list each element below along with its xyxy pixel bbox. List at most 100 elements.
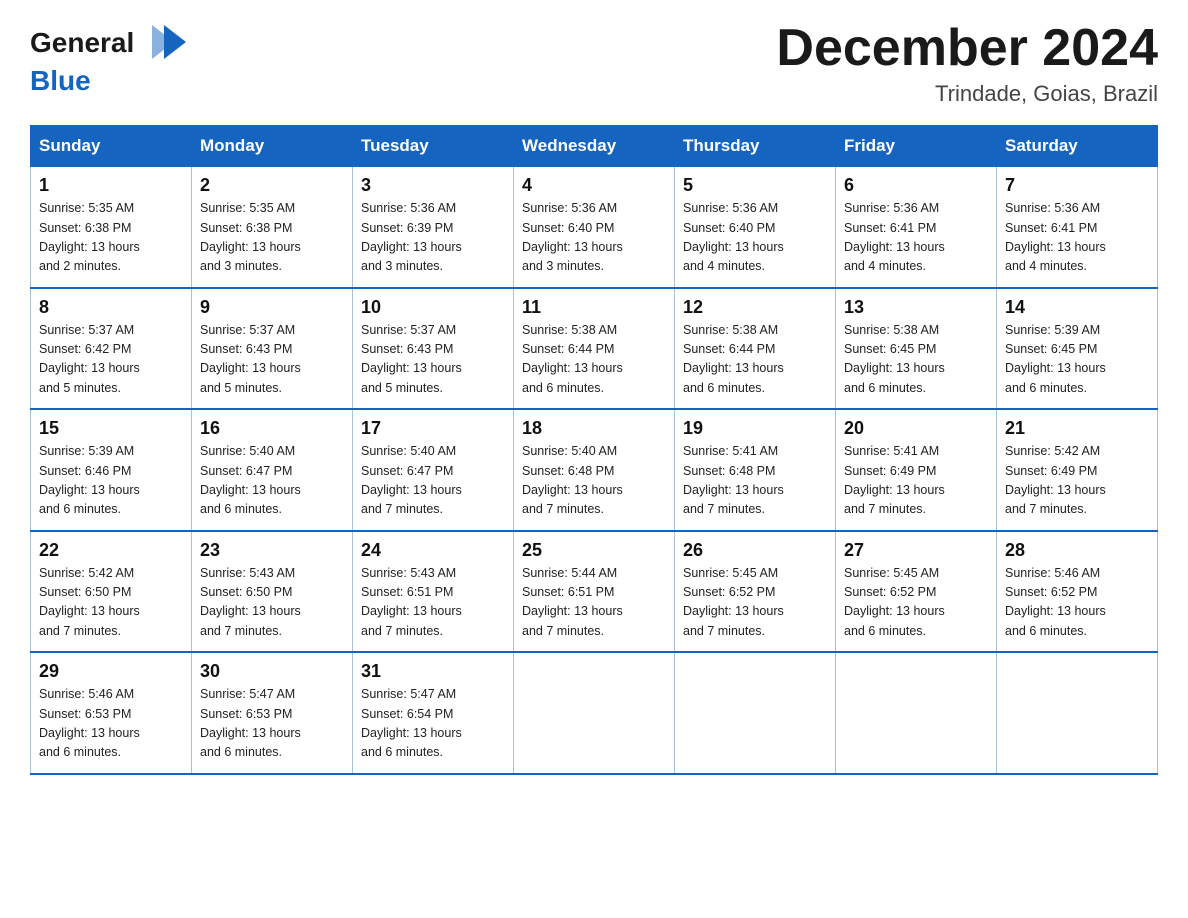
- day-header-wednesday: Wednesday: [514, 126, 675, 167]
- title-section: December 2024 Trindade, Goias, Brazil: [776, 20, 1158, 107]
- calendar-cell: [675, 652, 836, 774]
- calendar-cell: 17 Sunrise: 5:40 AMSunset: 6:47 PMDayligh…: [353, 409, 514, 531]
- calendar-week-row: 15Sunrise: 5:39 AMSunset: 6:46 PMDayligh…: [31, 409, 1158, 531]
- day-number: 8: [39, 297, 183, 318]
- day-number: 28: [1005, 540, 1149, 561]
- day-info: Sunrise: 5:39 AMSunset: 6:45 PMDaylight:…: [1005, 321, 1149, 399]
- day-number: 12: [683, 297, 827, 318]
- calendar-cell: 15Sunrise: 5:39 AMSunset: 6:46 PMDayligh…: [31, 409, 192, 531]
- day-info: Sunrise: 5:36 AMSunset: 6:39 PMDaylight:…: [361, 199, 505, 277]
- day-number: 24: [361, 540, 505, 561]
- day-info: Sunrise: 5:36 AMSunset: 6:40 PMDaylight:…: [683, 199, 827, 277]
- calendar-cell: 28 Sunrise: 5:46 AMSunset: 6:52 PMDayligh…: [997, 531, 1158, 653]
- logo-general-text: General: [30, 27, 134, 59]
- day-number: 19: [683, 418, 827, 439]
- day-number: 6: [844, 175, 988, 196]
- day-header-saturday: Saturday: [997, 126, 1158, 167]
- calendar-cell: 10 Sunrise: 5:37 AMSunset: 6:43 PMDayligh…: [353, 288, 514, 410]
- day-info: Sunrise: 5:35 AMSunset: 6:38 PMDaylight:…: [39, 199, 183, 277]
- calendar-cell: 22Sunrise: 5:42 AMSunset: 6:50 PMDayligh…: [31, 531, 192, 653]
- logo: General Blue: [30, 20, 189, 97]
- day-info: Sunrise: 5:40 AMSunset: 6:47 PMDaylight:…: [200, 442, 344, 520]
- day-info: Sunrise: 5:47 AMSunset: 6:53 PMDaylight:…: [200, 685, 344, 763]
- calendar-cell: 27 Sunrise: 5:45 AMSunset: 6:52 PMDayligh…: [836, 531, 997, 653]
- day-number: 7: [1005, 175, 1149, 196]
- day-info: Sunrise: 5:37 AMSunset: 6:43 PMDaylight:…: [200, 321, 344, 399]
- day-number: 20: [844, 418, 988, 439]
- calendar-cell: 16 Sunrise: 5:40 AMSunset: 6:47 PMDayligh…: [192, 409, 353, 531]
- day-number: 14: [1005, 297, 1149, 318]
- day-number: 10: [361, 297, 505, 318]
- day-number: 21: [1005, 418, 1149, 439]
- calendar-cell: 4 Sunrise: 5:36 AMSunset: 6:40 PMDaylight…: [514, 167, 675, 288]
- calendar-cell: 1 Sunrise: 5:35 AMSunset: 6:38 PMDaylight…: [31, 167, 192, 288]
- day-info: Sunrise: 5:44 AMSunset: 6:51 PMDaylight:…: [522, 564, 666, 642]
- day-info: Sunrise: 5:36 AMSunset: 6:40 PMDaylight:…: [522, 199, 666, 277]
- calendar-cell: 12 Sunrise: 5:38 AMSunset: 6:44 PMDayligh…: [675, 288, 836, 410]
- day-info: Sunrise: 5:42 AMSunset: 6:49 PMDaylight:…: [1005, 442, 1149, 520]
- day-info: Sunrise: 5:38 AMSunset: 6:44 PMDaylight:…: [522, 321, 666, 399]
- calendar-cell: 20 Sunrise: 5:41 AMSunset: 6:49 PMDayligh…: [836, 409, 997, 531]
- calendar-cell: 21 Sunrise: 5:42 AMSunset: 6:49 PMDayligh…: [997, 409, 1158, 531]
- day-number: 1: [39, 175, 183, 196]
- day-number: 5: [683, 175, 827, 196]
- calendar-cell: 9 Sunrise: 5:37 AMSunset: 6:43 PMDaylight…: [192, 288, 353, 410]
- calendar-cell: 2Sunrise: 5:35 AMSunset: 6:38 PMDaylight…: [192, 167, 353, 288]
- day-info: Sunrise: 5:40 AMSunset: 6:48 PMDaylight:…: [522, 442, 666, 520]
- calendar-cell: [836, 652, 997, 774]
- day-header-thursday: Thursday: [675, 126, 836, 167]
- day-number: 16: [200, 418, 344, 439]
- day-number: 26: [683, 540, 827, 561]
- day-number: 29: [39, 661, 183, 682]
- day-info: Sunrise: 5:38 AMSunset: 6:44 PMDaylight:…: [683, 321, 827, 399]
- day-number: 25: [522, 540, 666, 561]
- calendar-cell: 11Sunrise: 5:38 AMSunset: 6:44 PMDayligh…: [514, 288, 675, 410]
- day-number: 9: [200, 297, 344, 318]
- day-number: 27: [844, 540, 988, 561]
- day-info: Sunrise: 5:37 AMSunset: 6:43 PMDaylight:…: [361, 321, 505, 399]
- day-info: Sunrise: 5:46 AMSunset: 6:52 PMDaylight:…: [1005, 564, 1149, 642]
- day-number: 15: [39, 418, 183, 439]
- calendar-week-row: 29 Sunrise: 5:46 AMSunset: 6:53 PMDayligh…: [31, 652, 1158, 774]
- calendar-cell: 5 Sunrise: 5:36 AMSunset: 6:40 PMDaylight…: [675, 167, 836, 288]
- day-info: Sunrise: 5:40 AMSunset: 6:47 PMDaylight:…: [361, 442, 505, 520]
- calendar-cell: [997, 652, 1158, 774]
- calendar-table: SundayMondayTuesdayWednesdayThursdayFrid…: [30, 125, 1158, 775]
- calendar-week-row: 22Sunrise: 5:42 AMSunset: 6:50 PMDayligh…: [31, 531, 1158, 653]
- day-number: 30: [200, 661, 344, 682]
- calendar-cell: 8Sunrise: 5:37 AMSunset: 6:42 PMDaylight…: [31, 288, 192, 410]
- calendar-cell: 6 Sunrise: 5:36 AMSunset: 6:41 PMDaylight…: [836, 167, 997, 288]
- day-info: Sunrise: 5:36 AMSunset: 6:41 PMDaylight:…: [844, 199, 988, 277]
- day-number: 3: [361, 175, 505, 196]
- day-info: Sunrise: 5:45 AMSunset: 6:52 PMDaylight:…: [683, 564, 827, 642]
- day-info: Sunrise: 5:43 AMSunset: 6:51 PMDaylight:…: [361, 564, 505, 642]
- day-info: Sunrise: 5:41 AMSunset: 6:49 PMDaylight:…: [844, 442, 988, 520]
- day-number: 17: [361, 418, 505, 439]
- calendar-cell: 30 Sunrise: 5:47 AMSunset: 6:53 PMDayligh…: [192, 652, 353, 774]
- calendar-cell: 13 Sunrise: 5:38 AMSunset: 6:45 PMDayligh…: [836, 288, 997, 410]
- calendar-cell: 23Sunrise: 5:43 AMSunset: 6:50 PMDayligh…: [192, 531, 353, 653]
- calendar-cell: 31 Sunrise: 5:47 AMSunset: 6:54 PMDayligh…: [353, 652, 514, 774]
- day-number: 4: [522, 175, 666, 196]
- day-number: 18: [522, 418, 666, 439]
- day-info: Sunrise: 5:45 AMSunset: 6:52 PMDaylight:…: [844, 564, 988, 642]
- logo-blue-text: Blue: [30, 65, 91, 96]
- calendar-cell: 19 Sunrise: 5:41 AMSunset: 6:48 PMDayligh…: [675, 409, 836, 531]
- calendar-cell: [514, 652, 675, 774]
- day-number: 31: [361, 661, 505, 682]
- calendar-header-row: SundayMondayTuesdayWednesdayThursdayFrid…: [31, 126, 1158, 167]
- logo-icon: [134, 20, 189, 65]
- calendar-cell: 3 Sunrise: 5:36 AMSunset: 6:39 PMDaylight…: [353, 167, 514, 288]
- day-info: Sunrise: 5:38 AMSunset: 6:45 PMDaylight:…: [844, 321, 988, 399]
- day-header-friday: Friday: [836, 126, 997, 167]
- day-header-tuesday: Tuesday: [353, 126, 514, 167]
- day-info: Sunrise: 5:47 AMSunset: 6:54 PMDaylight:…: [361, 685, 505, 763]
- calendar-cell: 14 Sunrise: 5:39 AMSunset: 6:45 PMDayligh…: [997, 288, 1158, 410]
- day-info: Sunrise: 5:46 AMSunset: 6:53 PMDaylight:…: [39, 685, 183, 763]
- location-subtitle: Trindade, Goias, Brazil: [776, 81, 1158, 107]
- day-number: 2: [200, 175, 344, 196]
- day-info: Sunrise: 5:41 AMSunset: 6:48 PMDaylight:…: [683, 442, 827, 520]
- calendar-cell: 25 Sunrise: 5:44 AMSunset: 6:51 PMDayligh…: [514, 531, 675, 653]
- calendar-cell: 29 Sunrise: 5:46 AMSunset: 6:53 PMDayligh…: [31, 652, 192, 774]
- day-number: 13: [844, 297, 988, 318]
